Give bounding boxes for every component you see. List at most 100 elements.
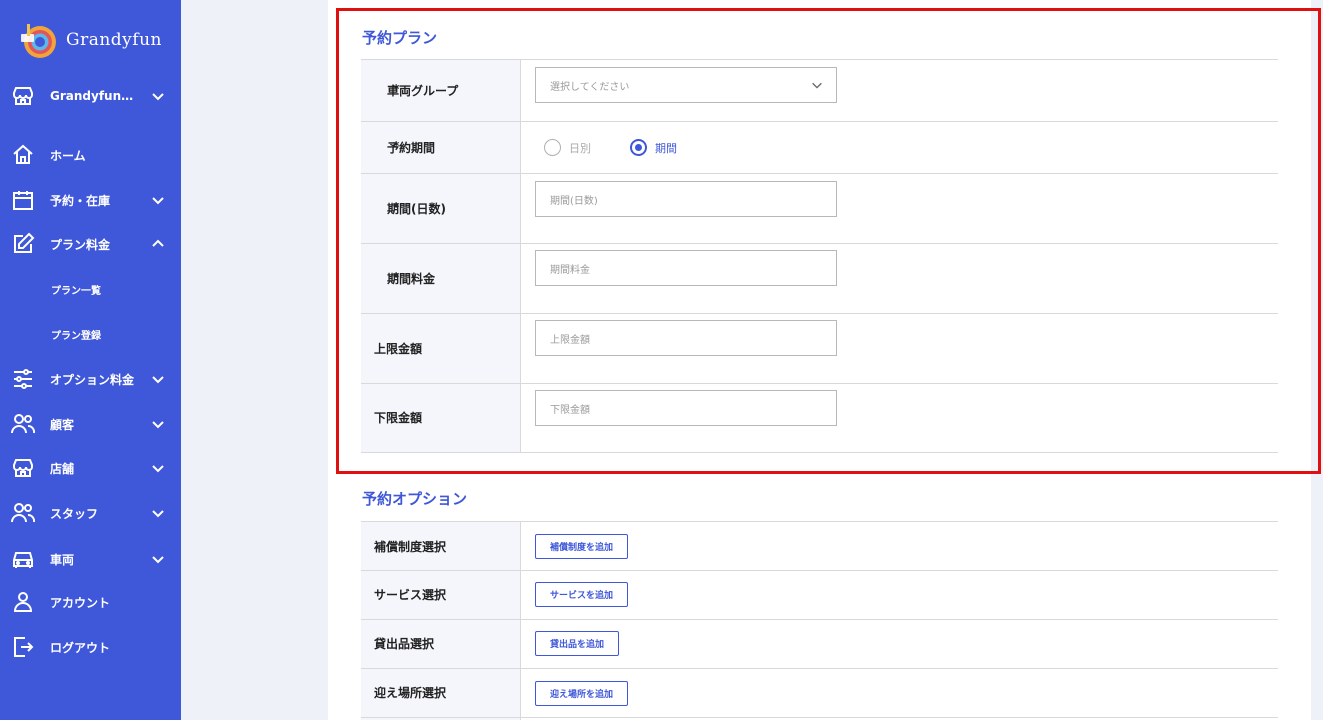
- field-label-cell: 上限金額: [361, 314, 521, 383]
- sidebar-item-label: 店舗: [50, 461, 75, 476]
- add-rental-item-button[interactable]: 貸出品を追加: [535, 631, 620, 656]
- required-mark: *: [393, 139, 400, 153]
- upper-limit-placeholder: 上限金額: [550, 335, 590, 346]
- sidebar-item-label: アカウント: [50, 595, 111, 610]
- upper-limit-row: 上限金額 上限金額: [361, 314, 1278, 384]
- rainbow-logo-icon: [18, 20, 58, 60]
- sidebar-item-option-fees[interactable]: オプション料金: [0, 363, 181, 395]
- car-icon: [13, 552, 33, 568]
- chevron-down-icon: [152, 465, 164, 473]
- field-label-cell: 予約期間 *: [361, 122, 521, 173]
- lower-limit-placeholder: 下限金額: [550, 405, 590, 416]
- sidebar-subitem-label: プラン一覧: [51, 285, 101, 297]
- sidebar: Grandyfun Grandyfun… ホーム 予約・在庫 プラン料金 プラン…: [0, 0, 181, 720]
- sidebar-item-home[interactable]: ホーム: [0, 139, 181, 171]
- sidebar-item-label: プラン料金: [50, 237, 111, 252]
- period-fee-input[interactable]: 期間料金: [535, 250, 837, 286]
- period-fee-placeholder: 期間料金: [550, 265, 590, 276]
- field-label-cell: 補償制度選択: [361, 522, 521, 570]
- sidebar-item-label: ログアウト: [50, 640, 111, 655]
- store-selector[interactable]: Grandyfun…: [0, 80, 181, 112]
- sidebar-item-vehicles[interactable]: 車両: [0, 543, 181, 575]
- brand-logo[interactable]: Grandyfun: [18, 20, 162, 60]
- field-label-cell: サービス選択: [361, 571, 521, 619]
- add-compensation-button[interactable]: 補償制度を追加: [535, 534, 629, 559]
- chevron-down-icon: [152, 421, 164, 429]
- option-row-label: 迎え場所選択: [374, 686, 447, 700]
- sidebar-item-plan-fees[interactable]: プラン料金: [0, 228, 181, 260]
- radio-circle-selected: [630, 139, 647, 156]
- sidebar-item-label: 予約・在庫: [50, 193, 111, 208]
- sidebar-item-staff[interactable]: スタッフ: [0, 497, 181, 529]
- required-mark: *: [393, 270, 400, 284]
- radio-daily-label: 日別: [569, 141, 591, 155]
- lower-limit-input[interactable]: 下限金額: [535, 390, 837, 426]
- option-row: 迎え場所選択 迎え場所を追加: [361, 669, 1278, 718]
- chevron-down-icon: [152, 93, 164, 101]
- sidebar-item-label: オプション料金: [50, 372, 135, 387]
- store-icon: [13, 459, 33, 477]
- sidebar-item-logout[interactable]: ログアウト: [0, 631, 181, 663]
- vehicle-group-placeholder: 選択してください: [550, 82, 630, 93]
- chevron-down-icon: [812, 82, 822, 89]
- chevron-up-icon: [152, 239, 164, 247]
- sidebar-subitem-plan-register[interactable]: プラン登録: [0, 320, 181, 348]
- field-label-cell: 下限金額: [361, 384, 521, 452]
- radio-period-label: 期間: [655, 141, 677, 155]
- add-service-button[interactable]: サービスを追加: [535, 582, 629, 607]
- sidebar-subitem-plan-list[interactable]: プラン一覧: [0, 275, 181, 303]
- option-row: 貸出品選択 貸出品を追加: [361, 620, 1278, 669]
- logout-icon: [14, 637, 34, 657]
- field-label-cell: 期間料金 *: [361, 244, 521, 313]
- sidebar-item-label: ホーム: [50, 148, 86, 163]
- field-label-cell: 貸出品選択: [361, 620, 521, 668]
- radio-period[interactable]: 期間: [630, 139, 677, 156]
- chevron-down-icon: [152, 197, 164, 205]
- days-placeholder: 期間(日数): [550, 196, 598, 207]
- required-mark: *: [393, 82, 400, 96]
- sidebar-item-reservations[interactable]: 予約・在庫: [0, 184, 181, 216]
- days-input[interactable]: 期間(日数): [535, 181, 837, 217]
- upper-limit-input[interactable]: 上限金額: [535, 320, 837, 356]
- lower-limit-row: 下限金額 下限金額: [361, 384, 1278, 453]
- days-row: 期間(日数) * 期間(日数): [361, 174, 1278, 244]
- sidebar-item-customers[interactable]: 顧客: [0, 408, 181, 440]
- vehicle-group-row: 車両グループ * 選択してください: [361, 60, 1278, 122]
- user-icon: [13, 592, 33, 612]
- option-row-label: 補償制度選択: [374, 540, 447, 554]
- option-row: 補償制度選択 補償制度を追加: [361, 522, 1278, 571]
- option-row-label: サービス選択: [374, 588, 447, 602]
- add-pickup-location-button[interactable]: 迎え場所を追加: [535, 681, 629, 706]
- period-type-row: 予約期間 * 日別 期間: [361, 122, 1278, 174]
- sidebar-item-label: 顧客: [50, 417, 75, 432]
- radio-circle: [544, 139, 561, 156]
- upper-limit-label: 上限金額: [374, 342, 423, 356]
- sidebar-item-account[interactable]: アカウント: [0, 586, 181, 618]
- sliders-icon: [14, 369, 32, 389]
- vehicle-group-select[interactable]: 選択してください: [535, 67, 837, 103]
- required-mark: *: [393, 200, 400, 214]
- users-icon: [11, 414, 35, 434]
- chevron-down-icon: [152, 556, 164, 564]
- sidebar-item-label: スタッフ: [50, 506, 99, 521]
- option-section-title: 予約オプション: [362, 490, 468, 508]
- plan-section-title: 予約プラン: [362, 29, 438, 47]
- lower-limit-label: 下限金額: [374, 411, 423, 425]
- brand-name: Grandyfun: [66, 30, 162, 50]
- sidebar-item-label: 車両: [50, 552, 75, 567]
- chevron-down-icon: [152, 376, 164, 384]
- field-label-cell: 期間(日数) *: [361, 174, 521, 243]
- users-icon: [11, 503, 35, 523]
- chevron-down-icon: [152, 510, 164, 518]
- store-icon: [13, 87, 33, 105]
- period-fee-row: 期間料金 * 期間料金: [361, 244, 1278, 314]
- sidebar-item-stores[interactable]: 店舗: [0, 452, 181, 484]
- store-selector-label: Grandyfun…: [50, 89, 134, 103]
- option-row: サービス選択 サービスを追加: [361, 571, 1278, 620]
- home-icon: [13, 144, 33, 164]
- field-label-cell: 迎え場所選択: [361, 669, 521, 717]
- edit-icon: [14, 232, 35, 253]
- radio-daily[interactable]: 日別: [544, 139, 591, 156]
- sidebar-subitem-label: プラン登録: [51, 330, 101, 342]
- calendar-icon: [13, 191, 33, 210]
